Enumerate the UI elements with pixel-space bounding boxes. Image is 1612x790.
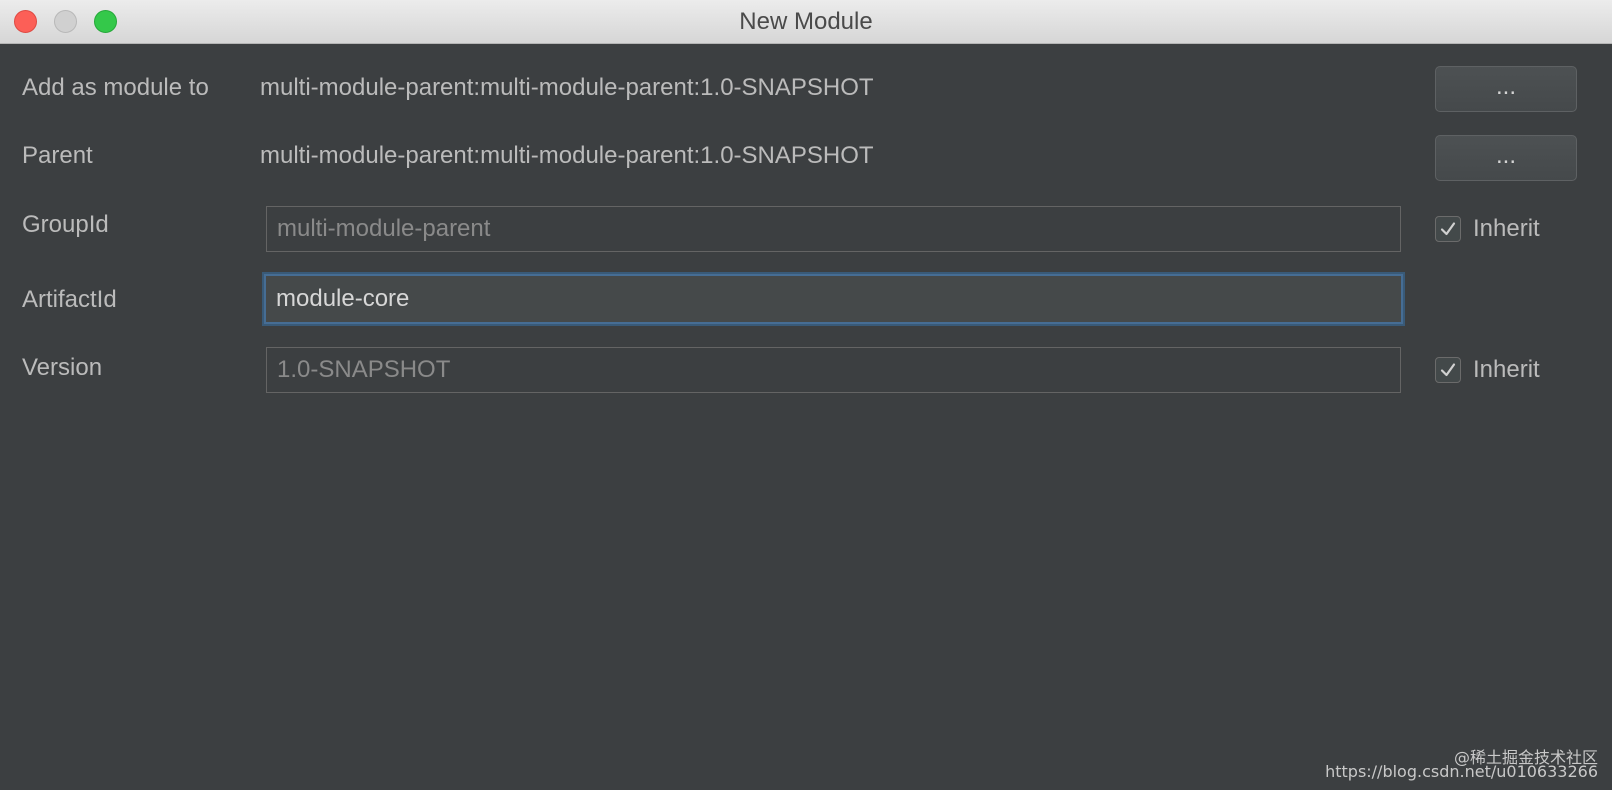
version-inherit-box[interactable] [1435, 357, 1461, 383]
version-label: Version [22, 354, 103, 381]
window-title: New Module [739, 8, 873, 35]
add-as-module-browse-button[interactable]: ... [1435, 66, 1577, 112]
group-id-field[interactable]: multi-module-parent [266, 206, 1401, 252]
version-inherit-checkbox[interactable]: Inherit [1435, 354, 1540, 386]
group-id-inherit-box[interactable] [1435, 216, 1461, 242]
new-module-dialog: New Module Add as module to multi-module… [0, 0, 1612, 790]
title-bar: New Module [0, 0, 1612, 44]
group-id-label: GroupId [22, 211, 109, 238]
check-icon [1440, 363, 1456, 377]
group-id-inherit-checkbox[interactable]: Inherit [1435, 213, 1540, 245]
artifact-id-field[interactable]: module-core [264, 274, 1403, 324]
version-inherit-label: Inherit [1473, 356, 1540, 383]
add-as-module-label: Add as module to [22, 74, 209, 101]
artifact-id-label: ArtifactId [22, 286, 117, 313]
parent-label: Parent [22, 142, 93, 169]
group-id-inherit-label: Inherit [1473, 215, 1540, 242]
version-field[interactable]: 1.0-SNAPSHOT [266, 347, 1401, 393]
add-as-module-value: multi-module-parent:multi-module-parent:… [260, 74, 874, 101]
watermark-line-2: https://blog.csdn.net/u010633266 [1325, 762, 1598, 781]
check-icon [1440, 222, 1456, 236]
parent-browse-button[interactable]: ... [1435, 135, 1577, 181]
parent-value: multi-module-parent:multi-module-parent:… [260, 142, 874, 169]
